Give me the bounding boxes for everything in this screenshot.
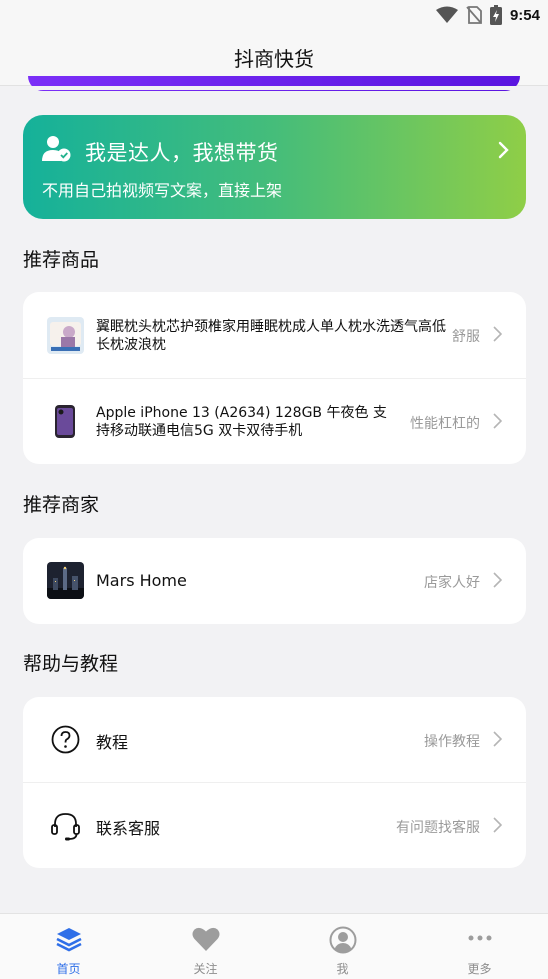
merchant-review: 店家人好 — [424, 575, 480, 591]
merchant-name: Mars Home — [96, 571, 187, 590]
banner-mask — [0, 86, 548, 90]
product-row[interactable]: Apple iPhone 13 (A2634) 128GB 午夜色 支持移动联通… — [23, 378, 526, 464]
product-title: Apple iPhone 13 (A2634) 128GB 午夜色 支持移动联通… — [96, 405, 387, 439]
chevron-right-icon — [493, 731, 502, 747]
customer-service-row[interactable]: 联系客服 有问题找客服 — [23, 782, 526, 868]
heart-icon — [192, 927, 219, 951]
merchant-row[interactable]: Mars Home 店家人好 — [23, 538, 526, 624]
products-section-title: 推荐商品 — [23, 249, 100, 271]
tutorial-meta: 操作教程 — [424, 734, 480, 750]
headset-icon — [51, 813, 80, 841]
merchants-card: Mars Home 店家人好 — [23, 538, 526, 624]
chevron-right-icon — [493, 817, 502, 833]
verified-user-icon — [42, 136, 71, 162]
product-row[interactable]: 翼眠枕头枕芯护颈椎家用睡眠枕成人单人枕水洗透气高低长枕波浪枕 舒服 — [23, 292, 526, 378]
status-icons: 9:54 — [435, 4, 540, 26]
wifi-icon — [435, 6, 458, 23]
chevron-right-icon — [498, 141, 509, 159]
chevron-right-icon — [493, 326, 502, 342]
product-thumbnail — [47, 403, 84, 440]
layers-icon — [55, 928, 82, 952]
tab-follow[interactable]: 关注 — [137, 914, 274, 979]
chevron-right-icon — [493, 572, 502, 588]
status-time: 9:54 — [509, 6, 540, 24]
no-sim-icon — [466, 6, 482, 24]
product-title: 翼眠枕头枕芯护颈椎家用睡眠枕成人单人枕水洗透气高低长枕波浪枕 — [96, 319, 446, 353]
product-review: 性能杠杠的 — [410, 416, 480, 432]
tab-more[interactable]: 更多 — [411, 914, 548, 979]
help-card: 教程 操作教程 联系客服 有问题找客服 — [23, 697, 526, 868]
influencer-promo-card[interactable]: 我是达人，我想带货 不用自己拍视频写文案，直接上架 — [23, 115, 526, 219]
tab-more-label: 更多 — [467, 962, 492, 976]
tutorial-label: 教程 — [96, 733, 129, 752]
customer-service-meta: 有问题找客服 — [396, 820, 480, 836]
promo-subtitle: 不用自己拍视频写文案，直接上架 — [42, 181, 283, 200]
tab-home[interactable]: 首页 — [0, 914, 137, 979]
tab-me[interactable]: 我 — [274, 914, 411, 979]
status-bar: 9:54 — [0, 0, 548, 30]
promo-title: 我是达人，我想带货 — [85, 141, 279, 165]
tab-home-label: 首页 — [56, 962, 81, 976]
more-icon — [468, 935, 491, 941]
products-card: 翼眠枕头枕芯护颈椎家用睡眠枕成人单人枕水洗透气高低长枕波浪枕 舒服 Apple … — [23, 292, 526, 464]
tab-me-label: 我 — [336, 962, 349, 976]
question-circle-icon — [51, 725, 80, 754]
product-thumbnail — [47, 317, 84, 354]
page-title: 抖商快货 — [234, 47, 314, 71]
product-review: 舒服 — [452, 329, 480, 345]
merchants-section-title: 推荐商家 — [23, 494, 100, 516]
merchant-avatar — [47, 562, 84, 599]
bottom-tab-bar: 首页 关注 我 更多 — [0, 913, 548, 979]
tab-follow-label: 关注 — [193, 962, 218, 976]
chevron-right-icon — [493, 413, 502, 429]
battery-icon — [489, 5, 502, 25]
tutorial-row[interactable]: 教程 操作教程 — [23, 697, 526, 782]
customer-service-label: 联系客服 — [96, 819, 161, 838]
user-icon — [329, 926, 356, 954]
help-section-title: 帮助与教程 — [23, 653, 119, 675]
